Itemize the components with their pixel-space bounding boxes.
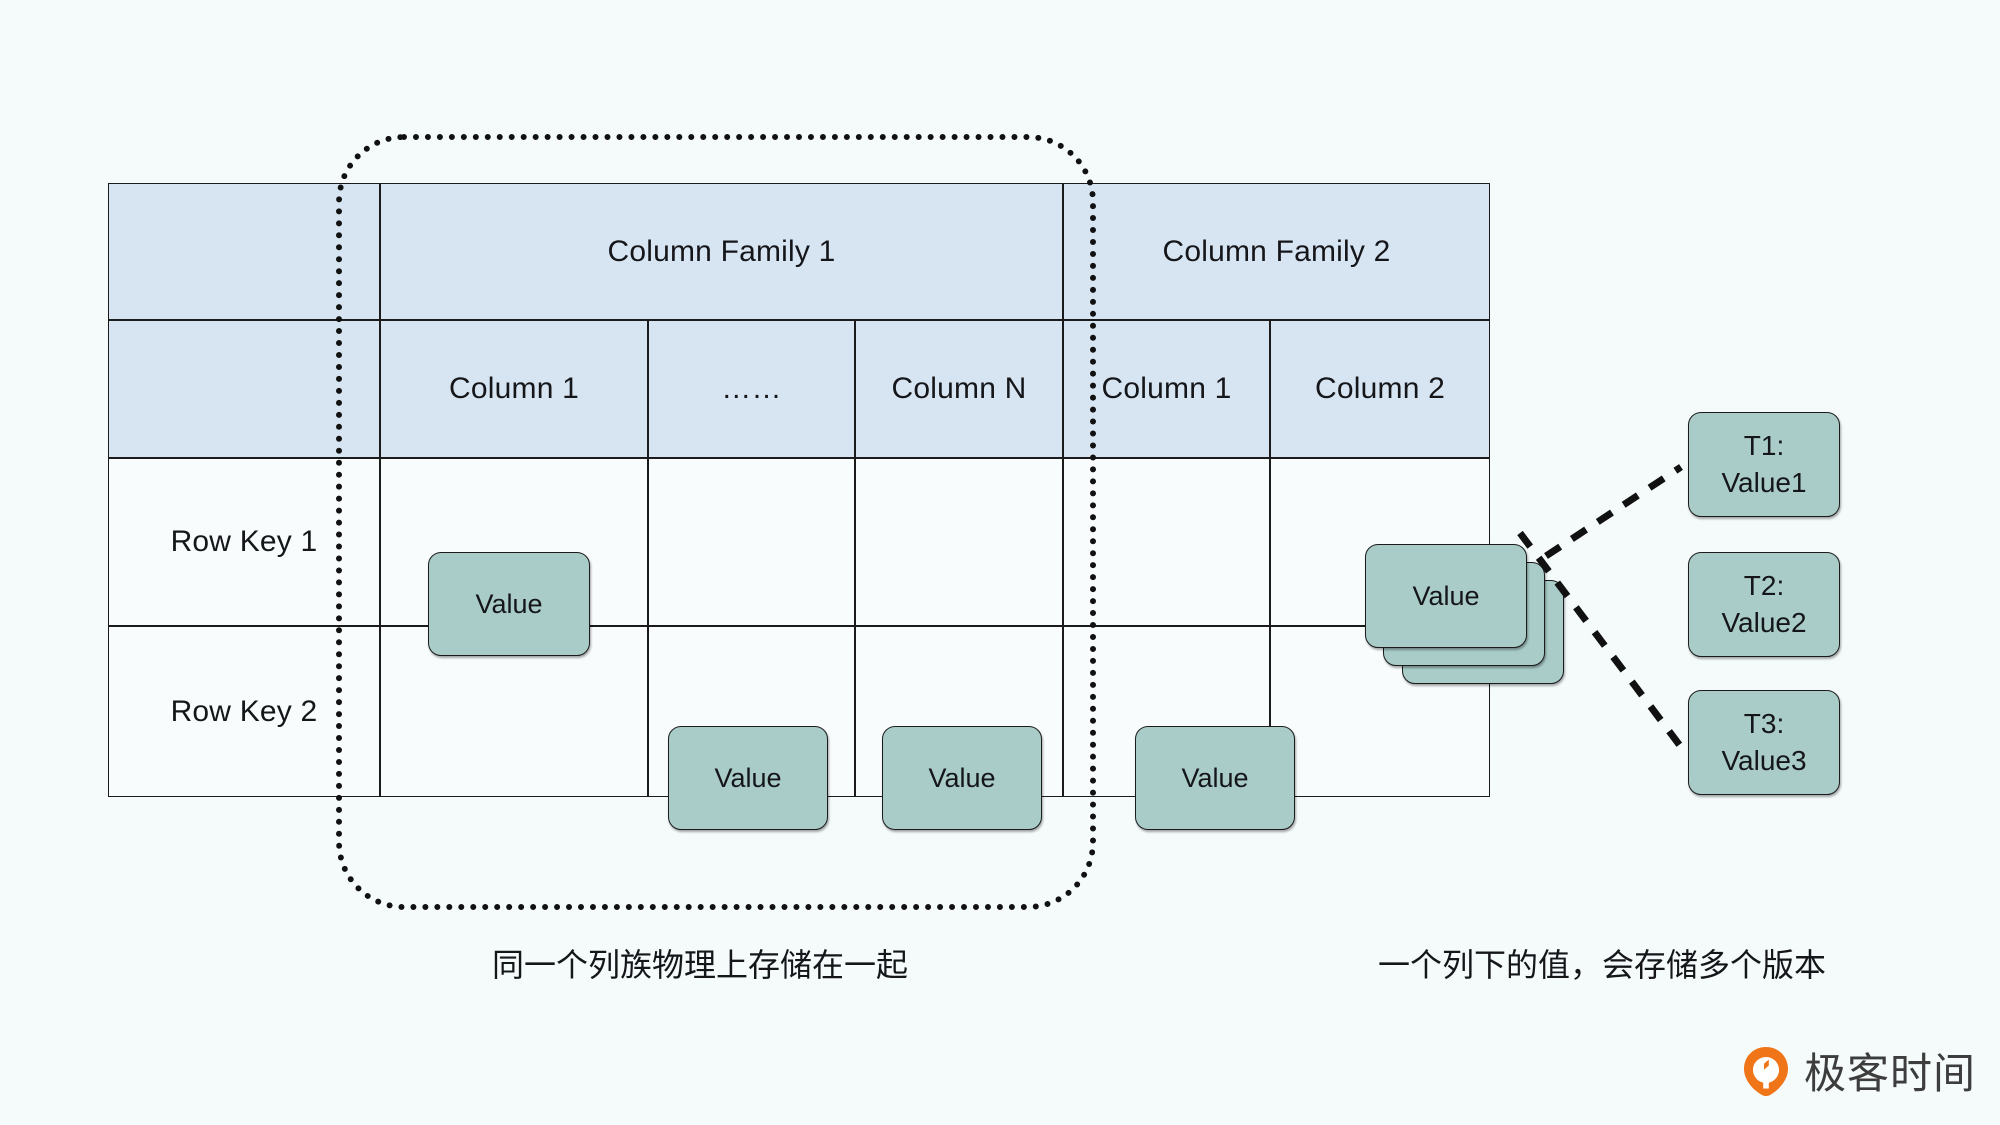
column-header-ellipsis: …… — [648, 320, 855, 458]
column-family-1-header: Column Family 1 — [380, 183, 1063, 320]
column-family-2-header: Column Family 2 — [1063, 183, 1490, 320]
table-corner-cell — [108, 183, 380, 320]
diagram-canvas: Column Family 1 Column Family 2 Column 1… — [0, 0, 2000, 1125]
value-chip-r1-cf1-c1[interactable]: Value — [428, 552, 590, 656]
column-header-cf2-c1: Column 1 — [1063, 320, 1270, 458]
column-header-cf2-c2: Column 2 — [1270, 320, 1490, 458]
column-header-c1: Column 1 — [380, 320, 648, 458]
value-chip-r2-cf2-c1[interactable]: Value — [1135, 726, 1295, 830]
row-key-1-cell: Row Key 1 — [108, 458, 380, 626]
cell-r1-cf2-c1 — [1063, 458, 1270, 626]
caption-column-family-storage: 同一个列族物理上存储在一起 — [492, 946, 909, 984]
version-chip-t1-time: T1: — [1743, 429, 1785, 461]
brand-name: 极客时间 — [1804, 1049, 1977, 1098]
value-chip-r1-cf2-c2-version1[interactable]: Value — [1365, 544, 1527, 648]
version-chip-t3[interactable]: T3: Value3 — [1688, 690, 1840, 795]
value-chip-r2-cf1-cn[interactable]: Value — [882, 726, 1042, 830]
version-chip-t1-value: Value1 — [1721, 466, 1807, 498]
caption-multiple-versions: 一个列下的值，会存储多个版本 — [1378, 946, 1827, 984]
version-chip-t3-value: Value3 — [1721, 744, 1807, 776]
version-chip-t2-time: T2: — [1743, 569, 1785, 601]
table-corner-cell-2 — [108, 320, 380, 458]
version-chip-t2[interactable]: T2: Value2 — [1688, 552, 1840, 657]
column-header-cn: Column N — [855, 320, 1063, 458]
cell-r1-cf1-cn — [855, 458, 1063, 626]
connector-line-to-t1 — [1544, 464, 1683, 559]
version-chip-t3-time: T3: — [1743, 707, 1785, 739]
version-chip-t1[interactable]: T1: Value1 — [1688, 412, 1840, 517]
row-key-2-cell: Row Key 2 — [108, 626, 380, 797]
version-chip-t2-value: Value2 — [1721, 606, 1807, 638]
value-chip-r2-cf1-ellipsis[interactable]: Value — [668, 726, 828, 830]
cell-r1-cf1-ellipsis — [648, 458, 855, 626]
brand-logo: 极客时间 — [1740, 1040, 1976, 1101]
geekbang-logo-icon — [1740, 1045, 1792, 1097]
